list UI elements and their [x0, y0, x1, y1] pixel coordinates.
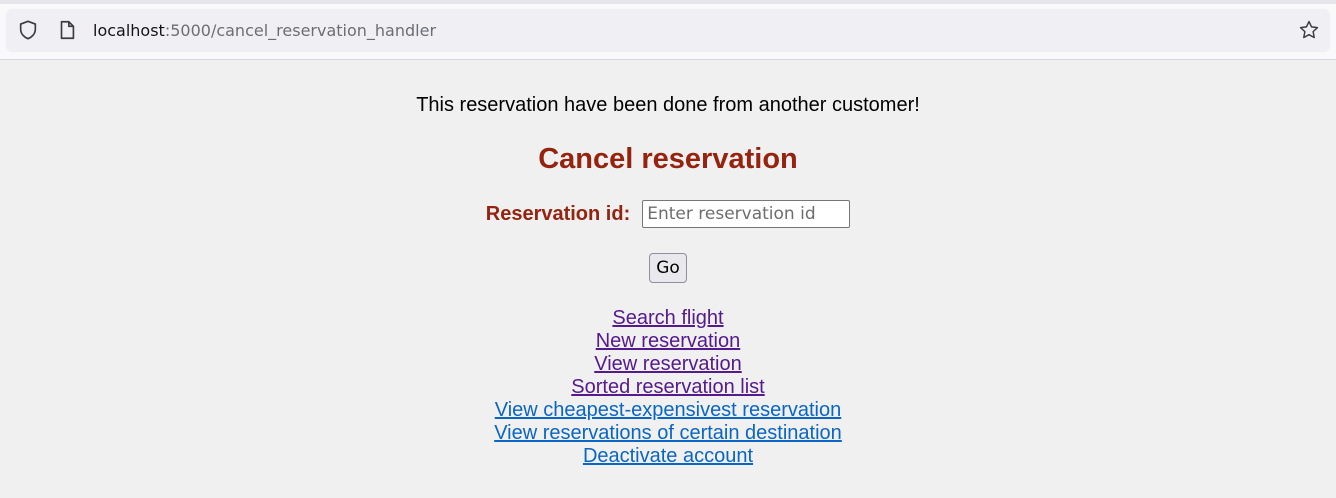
cancel-reservation-form: Reservation id:	[0, 200, 1336, 228]
shield-icon[interactable]	[17, 19, 39, 41]
link-sorted-reservation-list[interactable]: Sorted reservation list	[571, 376, 764, 399]
link-view-reservations-by-destination[interactable]: View reservations of certain destination	[494, 422, 842, 445]
nav-links: Search flight New reservation View reser…	[0, 307, 1336, 468]
browser-toolbar: localhost:5000/cancel_reservation_handle…	[0, 4, 1336, 60]
link-view-cheapest-expensivest[interactable]: View cheapest-expensivest reservation	[495, 399, 841, 422]
page-title: Cancel reservation	[538, 143, 798, 175]
url-host: localhost	[93, 21, 165, 40]
go-row: Go	[0, 253, 1336, 283]
bookmark-star-icon[interactable]	[1298, 19, 1320, 41]
link-new-reservation[interactable]: New reservation	[596, 330, 741, 353]
link-view-reservation[interactable]: View reservation	[594, 353, 741, 376]
url-path: :5000/cancel_reservation_handler	[164, 21, 437, 40]
link-deactivate-account[interactable]: Deactivate account	[583, 445, 753, 468]
page-icon[interactable]	[56, 19, 78, 41]
status-message: This reservation have been done from ano…	[416, 94, 920, 116]
url-text[interactable]: localhost:5000/cancel_reservation_handle…	[93, 21, 436, 40]
link-search-flight[interactable]: Search flight	[612, 307, 723, 330]
address-bar[interactable]: localhost:5000/cancel_reservation_handle…	[6, 9, 1330, 52]
reservation-id-label: Reservation id:	[485, 202, 631, 225]
go-button[interactable]: Go	[649, 253, 687, 283]
reservation-id-input[interactable]	[642, 200, 851, 228]
